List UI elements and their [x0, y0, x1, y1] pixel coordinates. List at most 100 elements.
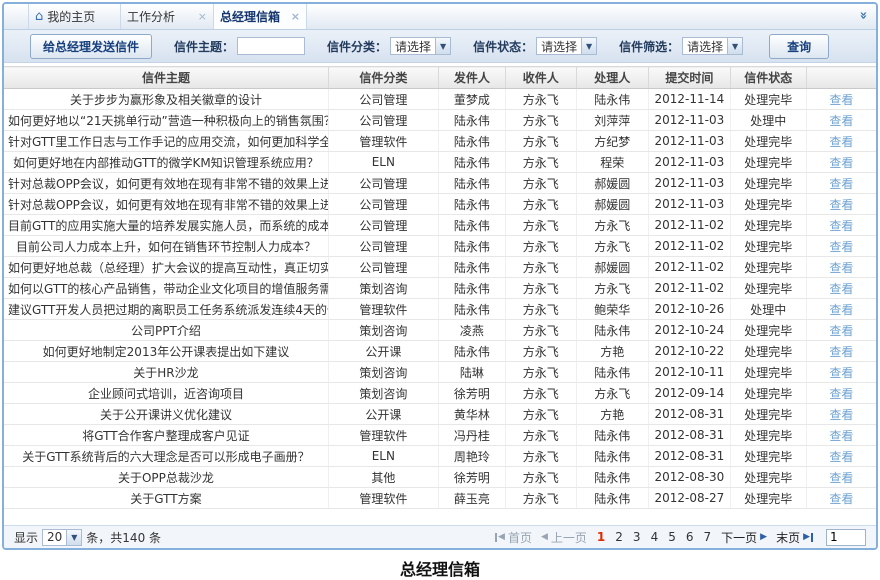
collapse-chevron-icon[interactable]: » [856, 11, 869, 19]
cell-category: 策划咨询 [328, 278, 438, 299]
cell-subject: 关于GTT系统背后的六大理念是否可以形成电子画册？ [4, 446, 328, 467]
dropdown-arrow-icon: ▼ [581, 38, 596, 54]
view-link[interactable]: 查看 [829, 324, 853, 338]
view-link[interactable]: 查看 [829, 471, 853, 485]
filter-select[interactable]: 请选择 ▼ [682, 37, 743, 55]
cell-category: 公司管理 [328, 110, 438, 131]
page-title: 总经理信箱 [0, 556, 880, 580]
cell-handler: 陆永伟 [576, 89, 648, 110]
cell-subject: 建议GTT开发人员把过期的离职员工任务系统派发连续4天的信息的停止 [4, 299, 328, 320]
cell-view: 查看 [806, 152, 876, 173]
cell-handler: 方艳 [576, 404, 648, 425]
view-link[interactable]: 查看 [829, 408, 853, 422]
cell-status: 处理完毕 [730, 488, 806, 509]
cell-recipient: 方永飞 [505, 341, 576, 362]
mailbox-panel: ⌂ 我的主页 工作分析 × 总经理信箱 × » 给总经理发送信件 信件主题： 信… [2, 2, 878, 550]
view-link[interactable]: 查看 [829, 345, 853, 359]
column-header: 信件分类 [328, 67, 438, 89]
view-link[interactable]: 查看 [829, 282, 853, 296]
view-link[interactable]: 查看 [829, 366, 853, 380]
prev-page-button[interactable]: ◀ 上一页 [541, 529, 587, 546]
page-number-5[interactable]: 5 [667, 530, 677, 544]
cell-recipient: 方永飞 [505, 89, 576, 110]
view-link[interactable]: 查看 [829, 114, 853, 128]
cell-subject: 关于步步为赢形象及相关徽章的设计 [4, 89, 328, 110]
filter-label: 信件筛选： [619, 38, 679, 55]
home-icon: ⌂ [35, 10, 43, 23]
cell-time: 2012-10-11 [648, 362, 730, 383]
cell-handler: 郝媛圆 [576, 173, 648, 194]
view-link[interactable]: 查看 [829, 93, 853, 107]
cell-status: 处理中 [730, 110, 806, 131]
cell-subject: 如何以GTT的核心产品销售，带动企业文化项目的增值服务需求？ [4, 278, 328, 299]
table-row: 关于步步为赢形象及相关徽章的设计公司管理董梦成方永飞陆永伟2012-11-14处… [4, 89, 876, 110]
tab-label: 总经理信箱 [220, 8, 280, 25]
cell-category: 管理软件 [328, 488, 438, 509]
page-number-4[interactable]: 4 [650, 530, 660, 544]
cell-recipient: 方永飞 [505, 215, 576, 236]
table-row: 如何更好地以“21天挑单行动”营造一种积极向上的销售氛围？公司管理陆永伟方永飞刘… [4, 110, 876, 131]
view-link[interactable]: 查看 [829, 450, 853, 464]
cell-status: 处理完毕 [730, 341, 806, 362]
cell-time: 2012-10-24 [648, 320, 730, 341]
next-page-button[interactable]: 下一页 ▶ [721, 529, 767, 546]
table-row: 将GTT合作客户整理成客户见证管理软件冯丹桂方永飞陆永伟2012-08-31处理… [4, 425, 876, 446]
send-letter-button[interactable]: 给总经理发送信件 [30, 34, 152, 59]
cell-view: 查看 [806, 425, 876, 446]
page-size-select[interactable]: 20 ▼ [42, 529, 82, 546]
view-link[interactable]: 查看 [829, 156, 853, 170]
cell-view: 查看 [806, 236, 876, 257]
category-select-value: 请选择 [391, 38, 435, 55]
first-page-button[interactable]: ◀ 首页 [495, 529, 532, 546]
subject-input[interactable] [237, 37, 305, 55]
view-link[interactable]: 查看 [829, 429, 853, 443]
view-link[interactable]: 查看 [829, 135, 853, 149]
cell-sender: 陆永伟 [438, 131, 505, 152]
cell-category: ELN [328, 152, 438, 173]
close-icon[interactable]: × [198, 11, 207, 22]
cell-category: 公司管理 [328, 194, 438, 215]
page-number-3[interactable]: 3 [632, 530, 642, 544]
cell-view: 查看 [806, 404, 876, 425]
cell-time: 2012-08-30 [648, 467, 730, 488]
last-page-button[interactable]: 末页 ▶ [776, 529, 813, 546]
cell-recipient: 方永飞 [505, 383, 576, 404]
mail-table: 信件主题信件分类发件人收件人处理人提交时间信件状态 关于步步为赢形象及相关徽章的… [4, 63, 876, 525]
cell-category: 公开课 [328, 404, 438, 425]
cell-status: 处理完毕 [730, 194, 806, 215]
column-header: 提交时间 [648, 67, 730, 89]
page-number-2[interactable]: 2 [614, 530, 624, 544]
view-link[interactable]: 查看 [829, 492, 853, 506]
cell-sender: 陆永伟 [438, 152, 505, 173]
view-link[interactable]: 查看 [829, 387, 853, 401]
view-link[interactable]: 查看 [829, 240, 853, 254]
cell-handler: 陆永伟 [576, 320, 648, 341]
page-number-6[interactable]: 6 [685, 530, 695, 544]
cell-status: 处理完毕 [730, 89, 806, 110]
query-button[interactable]: 查询 [769, 34, 829, 59]
cell-handler: 鲍荣华 [576, 299, 648, 320]
page-size-value: 20 [43, 530, 66, 544]
cell-time: 2012-11-03 [648, 173, 730, 194]
cell-recipient: 方永飞 [505, 488, 576, 509]
tab-gm-mailbox[interactable]: 总经理信箱 × [214, 4, 307, 29]
goto-page-input[interactable] [826, 529, 866, 546]
category-select[interactable]: 请选择 ▼ [390, 37, 451, 55]
view-link[interactable]: 查看 [829, 303, 853, 317]
mail-table-body: 关于步步为赢形象及相关徽章的设计公司管理董梦成方永飞陆永伟2012-11-14处… [4, 89, 876, 509]
tab-work-analysis[interactable]: 工作分析 × [121, 4, 214, 29]
table-row: 关于公开课讲义优化建议公开课黄华林方永飞方艳2012-08-31处理完毕查看 [4, 404, 876, 425]
status-select[interactable]: 请选择 ▼ [536, 37, 597, 55]
view-link[interactable]: 查看 [829, 177, 853, 191]
view-link[interactable]: 查看 [829, 198, 853, 212]
cell-recipient: 方永飞 [505, 257, 576, 278]
column-header: 收件人 [505, 67, 576, 89]
cell-view: 查看 [806, 257, 876, 278]
view-link[interactable]: 查看 [829, 261, 853, 275]
page-number-7[interactable]: 7 [702, 530, 712, 544]
view-link[interactable]: 查看 [829, 219, 853, 233]
page-number-1[interactable]: 1 [596, 530, 606, 544]
tab-my-homepage[interactable]: ⌂ 我的主页 [28, 4, 121, 29]
close-icon[interactable]: × [291, 11, 300, 22]
query-toolbar: 给总经理发送信件 信件主题： 信件分类： 请选择 ▼ 信件状态： 请选择 ▼ 信… [4, 30, 876, 63]
